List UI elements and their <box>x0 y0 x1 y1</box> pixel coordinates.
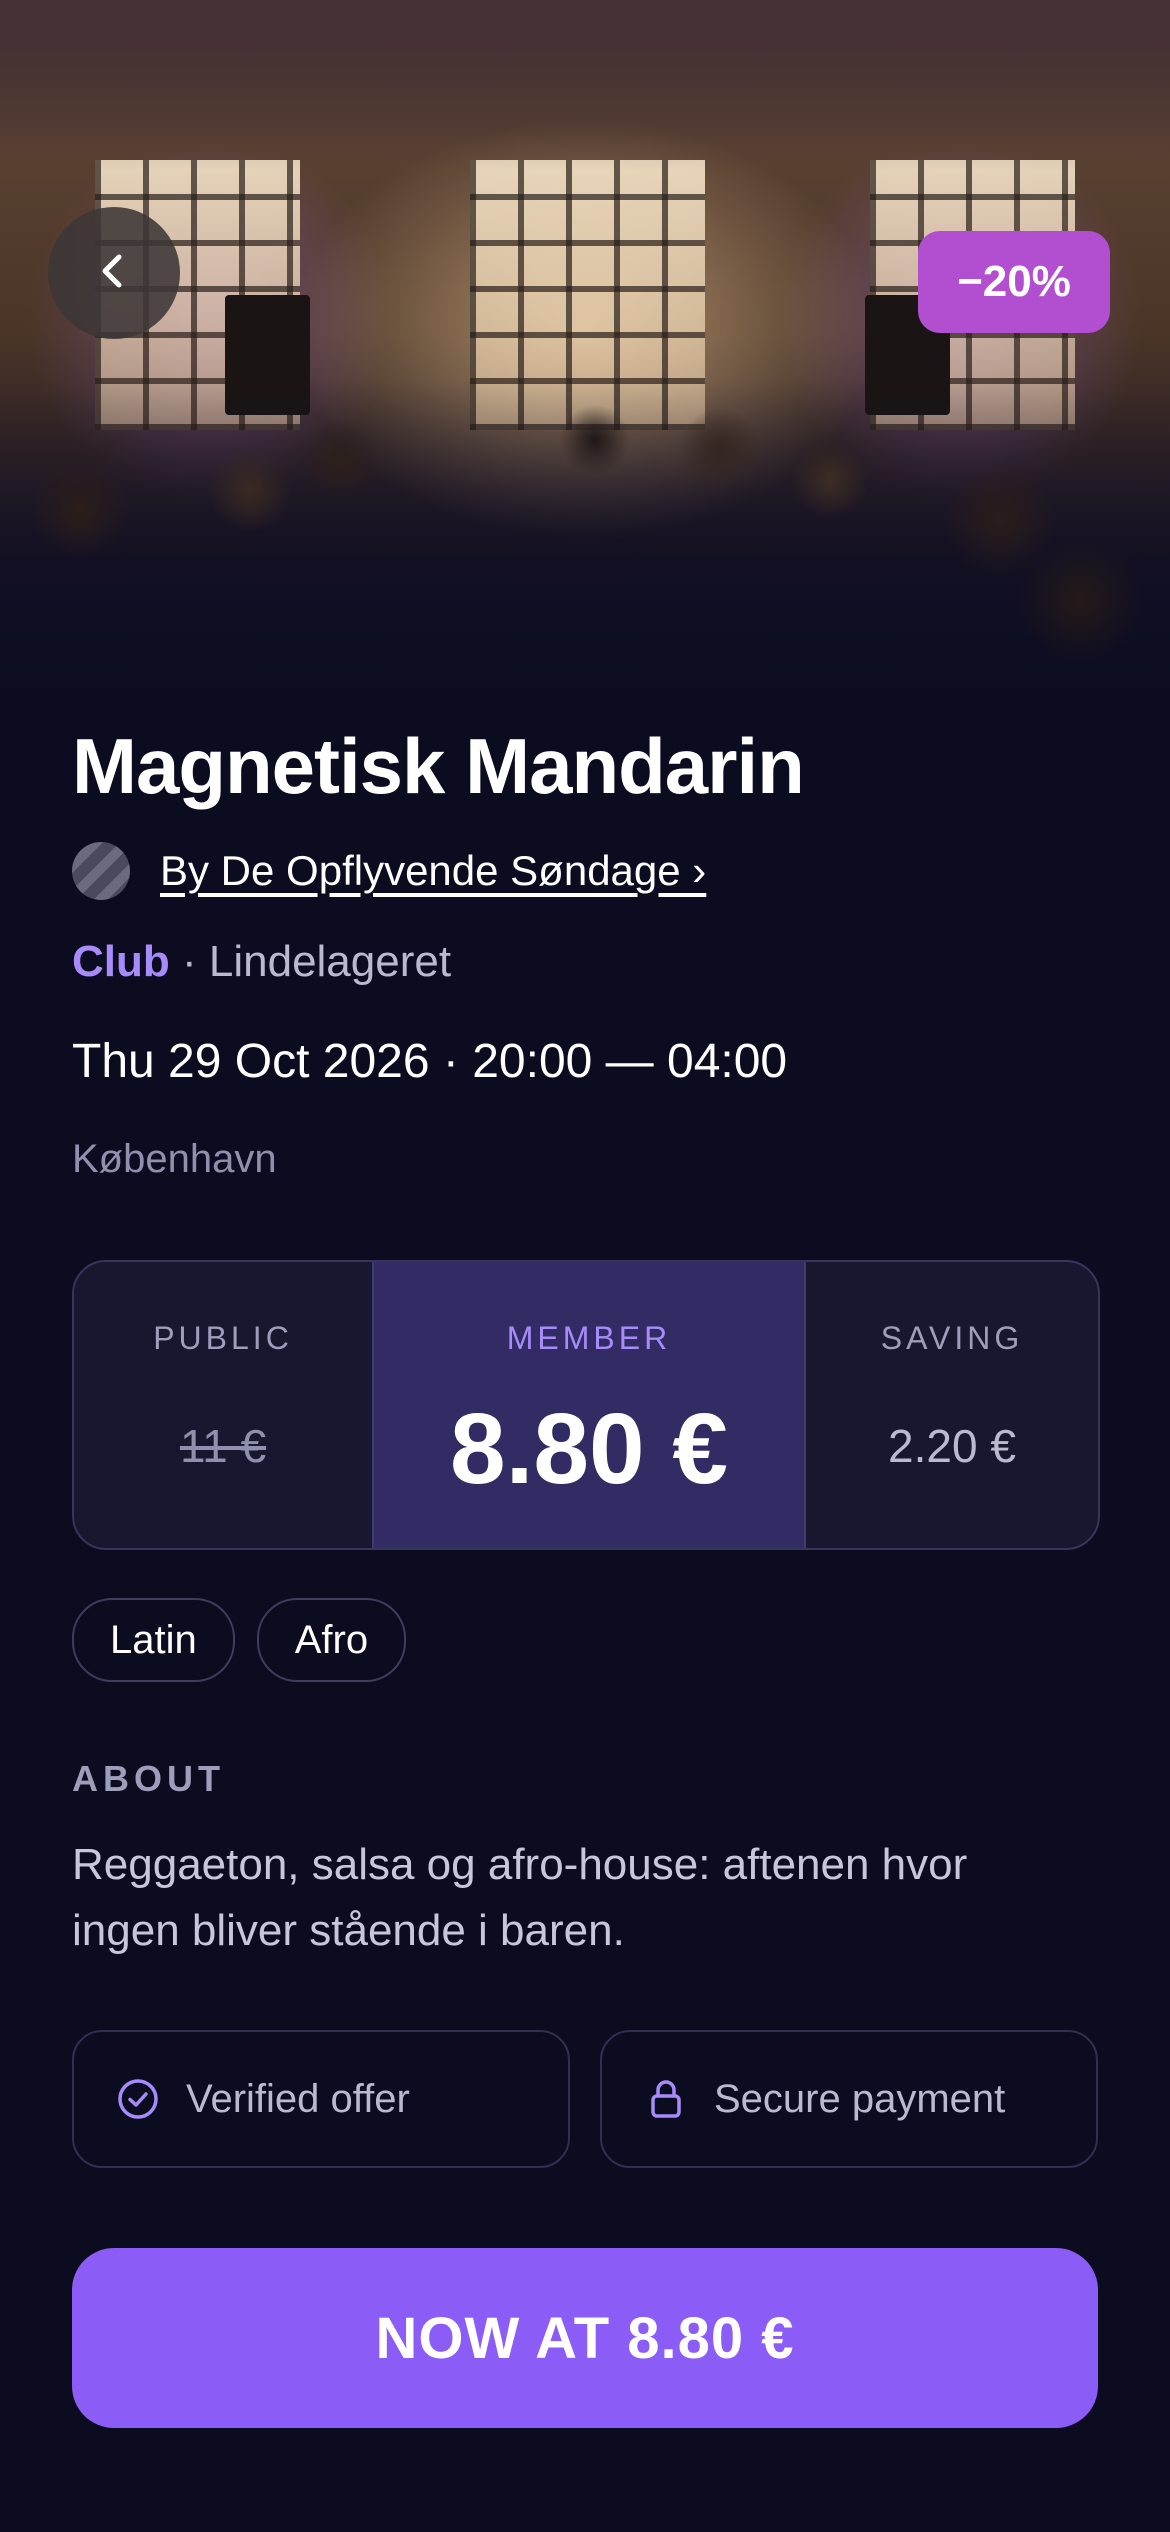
check-circle-icon <box>116 2077 160 2121</box>
lock-icon <box>644 2077 688 2121</box>
back-button[interactable] <box>48 207 180 339</box>
organizer-row[interactable]: By De Opflyvende Søndage › <box>72 842 706 900</box>
hero-top-fade <box>0 0 1170 170</box>
hero-image <box>0 0 1170 740</box>
meta-separator: · <box>169 937 209 986</box>
member-price-column: MEMBER 8.80 € <box>372 1262 806 1548</box>
organizer-link[interactable]: By De Opflyvende Søndage › <box>160 847 706 895</box>
event-datetime: Thu 29 Oct 2026 · 20:00 — 04:00 <box>72 1035 788 1088</box>
event-category: Club <box>72 937 170 986</box>
secure-payment-label: Secure payment <box>714 2076 1006 2121</box>
price-comparison: PUBLIC 11 € MEMBER 8.80 € SAVING 2.20 € <box>72 1260 1100 1550</box>
member-price-label: MEMBER <box>506 1320 672 1356</box>
public-price-value: 11 € <box>179 1420 267 1472</box>
public-price-column: PUBLIC 11 € <box>74 1262 372 1548</box>
tag-chip[interactable]: Latin <box>72 1598 235 1682</box>
organizer-avatar <box>72 842 130 900</box>
buy-now-button[interactable]: NOW AT 8.80 € <box>72 2248 1098 2428</box>
public-price-label: PUBLIC <box>153 1320 293 1356</box>
saving-label: SAVING <box>880 1320 1024 1356</box>
hero-crowd <box>0 380 1170 740</box>
event-meta: Club · Lindelageret <box>72 932 451 992</box>
verified-offer-label: Verified offer <box>186 2076 410 2121</box>
event-title: Magnetisk Mandarin <box>72 722 805 810</box>
verified-offer-badge: Verified offer <box>72 2030 570 2168</box>
secure-payment-badge: Secure payment <box>600 2030 1098 2168</box>
member-price-value: 8.80 € <box>449 1393 729 1505</box>
saving-value: 2.20 € <box>888 1420 1016 1472</box>
genre-tags: Latin Afro <box>72 1598 407 1682</box>
tag-chip[interactable]: Afro <box>256 1598 407 1682</box>
saving-column: SAVING 2.20 € <box>806 1262 1098 1548</box>
about-heading: ABOUT <box>72 1758 225 1799</box>
event-venue: Lindelageret <box>208 937 452 986</box>
discount-badge: −20% <box>918 231 1110 333</box>
chevron-left-icon <box>92 249 136 298</box>
event-city: København <box>72 1137 277 1181</box>
about-text: Reggaeton, salsa og afro-house: aftenen … <box>72 1840 968 1955</box>
